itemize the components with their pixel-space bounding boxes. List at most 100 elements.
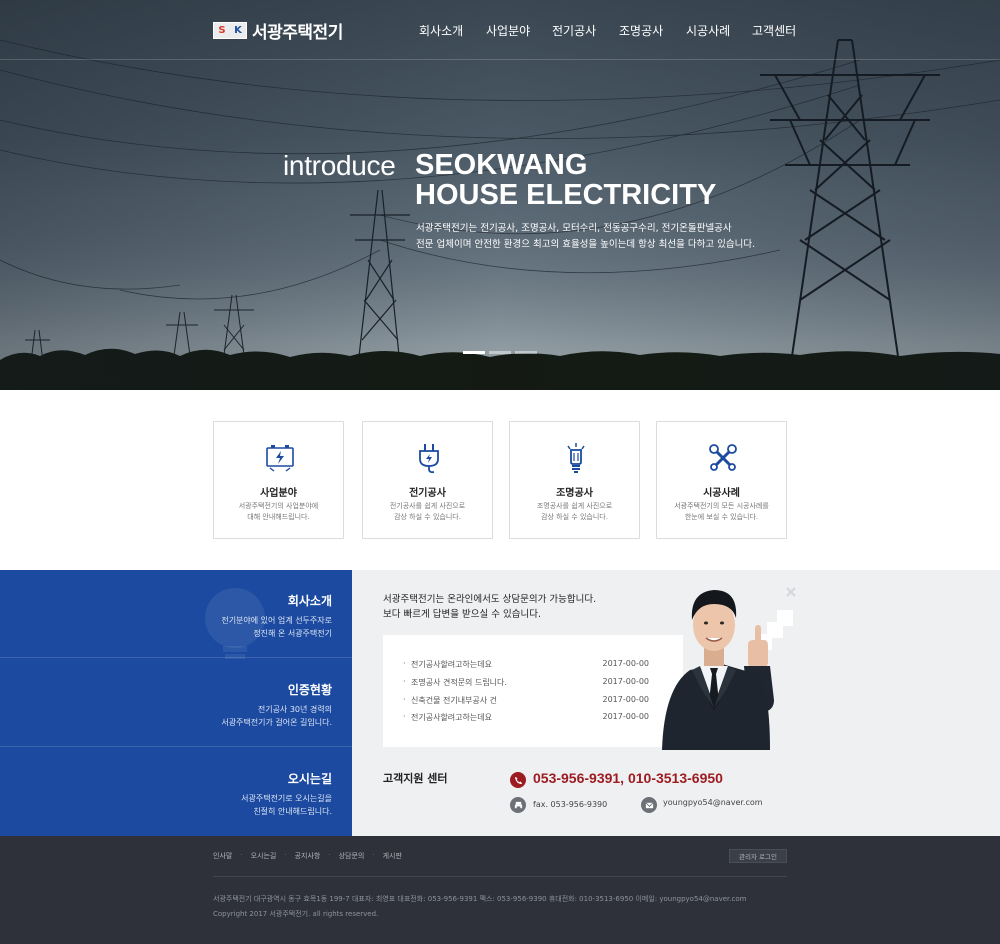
side-menu-panel: 회사소개 전기분야에 있어 업계 선두주자로 정진해 온 서광주택전기 인증현황… bbox=[0, 570, 352, 836]
nav-item-company[interactable]: 회사소개 bbox=[419, 22, 463, 39]
footer-separator: · bbox=[284, 851, 287, 859]
hero-title-line1: SEOKWANG bbox=[415, 149, 588, 181]
footer-separator: · bbox=[328, 851, 331, 859]
email-address[interactable]: youngpyo54@naver.com bbox=[663, 798, 763, 807]
admin-login-button[interactable]: 관리자 로그인 bbox=[729, 849, 787, 863]
footer-divider bbox=[213, 876, 787, 877]
nav-item-support[interactable]: 고객센터 bbox=[752, 22, 796, 39]
logo-mark-s: S bbox=[218, 25, 226, 36]
notice-date: 2017-00-00 bbox=[602, 712, 650, 721]
bullet-icon: · bbox=[403, 695, 406, 704]
hero-title-line2: HOUSE ELECTRICITY bbox=[415, 179, 717, 211]
bullet-icon: · bbox=[403, 659, 406, 668]
side-menu-desc: 전기공사 30년 경력의 서광주택전기가 걸어온 길입니다. bbox=[221, 703, 332, 729]
site-footer: 인사말 · 오시는길 · 공지사항 · 상담문의 · 게시판 관리자 로그인 서… bbox=[0, 836, 1000, 944]
service-card-lighting[interactable]: 조명공사 조명공사를 쉽게 사진으로 감상 하실 수 있습니다. bbox=[509, 421, 640, 539]
copyright: Copyright 2017 서광주택전기. all rights reserv… bbox=[213, 910, 379, 918]
tools-icon bbox=[709, 444, 737, 471]
nav-item-electric-work[interactable]: 전기공사 bbox=[552, 22, 596, 39]
hero-title: SEOKWANG HOUSE ELECTRICITY bbox=[415, 150, 716, 210]
side-menu-title: 회사소개 bbox=[287, 594, 332, 608]
company-info: 서광주택전기 대구광역시 동구 효목1동 199-7 대표자: 최영표 대표전화… bbox=[213, 895, 747, 903]
side-menu-desc-line: 서광주택전기로 오시는길을 bbox=[241, 794, 332, 803]
notice-item[interactable]: · 전기공사할려고하는데요 2017-00-00 bbox=[403, 659, 649, 673]
phone-numbers[interactable]: 053-956-9391, 010-3513-6950 bbox=[533, 770, 723, 786]
service-card-electric[interactable]: 전기공사 전기공사를 쉽게 사진으로 감상 하실 수 있습니다. bbox=[362, 421, 493, 539]
footer-separator: · bbox=[240, 851, 243, 859]
footer-link-consult[interactable]: 상담문의 bbox=[339, 851, 365, 861]
consult-panel: 서광주택전기는 온라인에서도 상담문의가 가능합니다. 보다 빠르게 답변을 받… bbox=[352, 570, 1000, 836]
nav-item-lighting-work[interactable]: 조명공사 bbox=[619, 22, 663, 39]
side-menu-company[interactable]: 회사소개 전기분야에 있어 업계 선두주자로 정진해 온 서광주택전기 bbox=[0, 570, 352, 658]
notice-list: · 전기공사할려고하는데요 2017-00-00 · 조명공사 견적문의 드립니… bbox=[383, 635, 683, 747]
notice-date: 2017-00-00 bbox=[602, 695, 650, 704]
logo-mark-icon: S K bbox=[213, 22, 247, 39]
side-menu-desc-line: 친절히 안내해드립니다. bbox=[253, 807, 332, 816]
fax-number: fax. 053-956-9390 bbox=[533, 800, 608, 809]
service-card-desc: 서광주택전기의 모든 시공사례를 한눈에 보실 수 있습니다. bbox=[657, 501, 786, 523]
footer-link-notice[interactable]: 공지사항 bbox=[295, 851, 321, 861]
slider-dot-1[interactable] bbox=[463, 351, 485, 354]
service-card-title: 전기공사 bbox=[409, 488, 446, 499]
footer-link-board[interactable]: 게시판 bbox=[383, 851, 402, 861]
side-menu-desc: 서광주택전기로 오시는길을 친절히 안내해드립니다. bbox=[241, 792, 332, 818]
notice-title: 전기공사할려고하는데요 bbox=[411, 713, 492, 722]
businessman-image bbox=[662, 587, 796, 750]
service-cards: 사업분야 서광주택전기의 사업분야에 대해 안내해드립니다. 전기공사 전기공사… bbox=[0, 421, 1000, 539]
notice-item[interactable]: · 전기공사할려고하는데요 2017-00-00 bbox=[403, 712, 649, 726]
nav-item-business[interactable]: 사업분야 bbox=[486, 22, 530, 39]
service-card-desc-line: 조명공사를 쉽게 사진으로 bbox=[536, 502, 613, 510]
logo-mark-k: K bbox=[234, 25, 242, 36]
service-card-desc: 전기공사를 쉽게 사진으로 감상 하실 수 있습니다. bbox=[363, 501, 492, 523]
customer-support-label: 고객지원 센터 bbox=[383, 772, 448, 785]
side-menu-title: 인증현황 bbox=[287, 683, 332, 697]
fax-icon bbox=[510, 797, 526, 813]
service-card-desc-line: 서광주택전기의 사업분야에 bbox=[238, 502, 319, 510]
service-card-cases[interactable]: 시공사례 서광주택전기의 모든 시공사례를 한눈에 보실 수 있습니다. bbox=[656, 421, 787, 539]
consult-intro-line: 보다 빠르게 답변을 받으실 수 있습니다. bbox=[383, 609, 541, 620]
side-menu-desc-line: 서광주택전기가 걸어온 길입니다. bbox=[221, 718, 332, 727]
hero-description: 서광주택전기는 전기공사, 조명공사, 모터수리, 전동공구수리, 전기온돌판넬… bbox=[416, 221, 755, 253]
service-card-desc-line: 한눈에 보실 수 있습니다. bbox=[684, 513, 759, 521]
service-card-desc-line: 감상 하실 수 있습니다. bbox=[541, 513, 608, 521]
service-card-business[interactable]: 사업분야 서광주택전기의 사업분야에 대해 안내해드립니다. bbox=[213, 421, 344, 539]
notice-date: 2017-00-00 bbox=[602, 659, 650, 668]
footer-link-greeting[interactable]: 인사말 bbox=[213, 851, 232, 861]
side-menu-directions[interactable]: 오시는길 서광주택전기로 오시는길을 친절히 안내해드립니다. bbox=[0, 748, 352, 836]
light-bulb-icon bbox=[567, 443, 585, 473]
footer-separator: · bbox=[372, 851, 375, 859]
site-logo[interactable]: S K 서광주택전기 bbox=[213, 18, 343, 43]
service-card-desc: 조명공사를 쉽게 사진으로 감상 하실 수 있습니다. bbox=[510, 501, 639, 523]
nav-item-cases[interactable]: 시공사례 bbox=[686, 22, 730, 39]
side-menu-certification[interactable]: 인증현황 전기공사 30년 경력의 서광주택전기가 걸어온 길입니다. bbox=[0, 659, 352, 747]
notice-title: 조명공사 견적문의 드립니다. bbox=[411, 678, 507, 687]
service-card-desc-line: 전기공사를 쉽게 사진으로 bbox=[389, 502, 466, 510]
service-card-title: 조명공사 bbox=[556, 488, 593, 499]
logo-text: 서광주택전기 bbox=[252, 23, 343, 43]
slider-dot-3[interactable] bbox=[515, 351, 537, 354]
bullet-icon: · bbox=[403, 712, 406, 721]
bullet-icon: · bbox=[403, 677, 406, 686]
notice-title: 신축건물 전기내부공사 건 bbox=[411, 696, 498, 705]
notice-item[interactable]: · 조명공사 견적문의 드립니다. 2017-00-00 bbox=[403, 677, 649, 691]
footer-link-directions[interactable]: 오시는길 bbox=[251, 851, 277, 861]
service-card-desc-line: 대해 안내해드립니다. bbox=[247, 513, 310, 521]
side-menu-title: 오시는길 bbox=[287, 772, 332, 786]
phone-icon bbox=[510, 772, 526, 788]
top-header: S K 서광주택전기 회사소개 사업분야 전기공사 조명공사 시공사례 고객센터 bbox=[0, 0, 1000, 60]
service-card-title: 사업분야 bbox=[260, 488, 297, 499]
notice-item[interactable]: · 신축건물 전기내부공사 건 2017-00-00 bbox=[403, 695, 649, 709]
hero-banner: S K 서광주택전기 회사소개 사업분야 전기공사 조명공사 시공사례 고객센터… bbox=[0, 0, 1000, 390]
side-menu-desc-line: 정진해 온 서광주택전기 bbox=[253, 629, 332, 638]
hero-desc-line1: 서광주택전기는 전기공사, 조명공사, 모터수리, 전동공구수리, 전기온돌판넬… bbox=[416, 223, 732, 234]
service-card-title: 시공사례 bbox=[703, 488, 740, 499]
mail-icon bbox=[641, 797, 657, 813]
side-menu-desc-line: 전기분야에 있어 업계 선두주자로 bbox=[221, 616, 332, 625]
notice-date: 2017-00-00 bbox=[602, 677, 650, 686]
electric-panel-icon bbox=[266, 445, 294, 472]
service-card-desc: 서광주택전기의 사업분야에 대해 안내해드립니다. bbox=[214, 501, 343, 523]
slider-dot-2[interactable] bbox=[489, 351, 511, 354]
slider-pagination bbox=[463, 351, 537, 354]
service-card-desc-line: 감상 하실 수 있습니다. bbox=[394, 513, 461, 521]
hero-desc-line2: 전문 업체이며 안전한 환경으 최고의 효율성을 높이는데 항상 최선을 다하고… bbox=[416, 239, 756, 250]
